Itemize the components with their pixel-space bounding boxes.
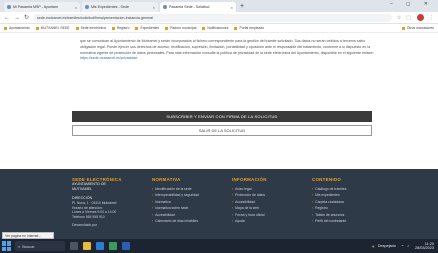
folder-icon bbox=[202, 26, 206, 30]
taskbar-search-input[interactable]: ⌕ Buscar bbox=[15, 241, 65, 251]
exit-request-button[interactable]: SALIR DE LA SOLICITUD bbox=[72, 125, 372, 136]
privacy-link[interactable]: https://sede.mutxamel.es/privacidad bbox=[80, 56, 137, 60]
taskbar-clock[interactable]: 11:20 28/03/2023 bbox=[415, 242, 434, 251]
tab-label: Mi Pasarela MSP - Ayuntam bbox=[13, 5, 58, 9]
tab-favicon-icon bbox=[163, 5, 167, 9]
search-icon: ⌕ bbox=[18, 243, 21, 249]
file-explorer-icon[interactable] bbox=[83, 242, 91, 250]
browser-tab[interactable]: Mi Pasarela MSP - Ayuntam × bbox=[4, 2, 80, 12]
menu-icon[interactable]: ⋮ bbox=[429, 15, 434, 21]
folder-icon bbox=[35, 26, 39, 30]
bookmark-item[interactable]: Notificaciones bbox=[202, 26, 228, 30]
bookmark-item[interactable]: Registro bbox=[111, 26, 130, 30]
bookmark-label: Notificaciones bbox=[207, 26, 229, 30]
system-tray: ☀ Despejado ⌃ ♪ 11:20 28/03/2023 bbox=[371, 242, 438, 251]
footer-heading: INFORMACIÓN bbox=[232, 177, 267, 182]
footer-list: › Aviso legal › Protección de datos › Acces… bbox=[232, 186, 298, 224]
clock-date: 28/03/2023 bbox=[414, 246, 434, 250]
footer-subtitle: MUTXAMEL bbox=[72, 186, 92, 191]
footer-link[interactable]: Desarrollado por bbox=[72, 223, 134, 228]
word-icon[interactable] bbox=[122, 242, 130, 250]
bookmark-label: Ayuntamiento bbox=[9, 26, 30, 30]
folder-icon bbox=[401, 26, 405, 30]
mail-icon[interactable] bbox=[96, 242, 104, 250]
close-icon[interactable]: × bbox=[153, 5, 155, 10]
forward-arrow-icon[interactable]: → bbox=[14, 15, 20, 21]
privacy-text: que se comunican al Ayuntamiento de Mutx… bbox=[80, 39, 374, 55]
window-controls[interactable]: – ◻ ✕ bbox=[390, 1, 434, 7]
bookmark-label: Otros marcadores bbox=[406, 26, 434, 30]
search-placeholder: Buscar bbox=[22, 243, 35, 249]
status-tooltip: Ver página en Internet... bbox=[2, 232, 54, 239]
folder-icon bbox=[4, 26, 7, 30]
new-tab-button[interactable]: + bbox=[240, 2, 244, 12]
weather-icon[interactable]: ☀ bbox=[371, 244, 374, 249]
page-content: que se comunican al Ayuntamiento de Mutx… bbox=[0, 33, 438, 169]
tab-favicon-icon bbox=[85, 5, 89, 9]
footer-heading: CONTENIDO bbox=[312, 177, 342, 182]
bookmark-label: Sede electrónica bbox=[80, 26, 106, 30]
close-icon[interactable]: × bbox=[231, 5, 233, 10]
desktop-screen: Mi Pasarela MSP - Ayuntam × Mis Expedien… bbox=[0, 0, 438, 253]
task-view-icon[interactable] bbox=[70, 242, 78, 250]
reload-icon[interactable]: ↻ bbox=[24, 14, 29, 21]
volume-icon[interactable]: ♪ bbox=[407, 244, 409, 248]
folder-icon bbox=[234, 26, 238, 30]
tab-favicon-icon bbox=[7, 5, 11, 9]
site-footer: SEDE ELECTRÓNICA AYUNTAMIENTO DE MUTXAME… bbox=[0, 169, 438, 239]
footer-list: › Catálogo de trámites › Mis expedientes ›… bbox=[312, 186, 382, 224]
folder-icon bbox=[165, 26, 169, 30]
tab-label: Pasarela Sede - Solicitud bbox=[169, 5, 210, 9]
url-text: sede.mutxamel.es/tramites/solicitud/firm… bbox=[37, 15, 154, 20]
bookmark-label: Portal empleado bbox=[239, 26, 265, 30]
bookmark-label: MUTXAMEL SEDE bbox=[40, 26, 70, 30]
address-bar-row: ← → ↻ sede.mutxamel.es/tramites/solicitu… bbox=[0, 12, 438, 24]
extensions-icon[interactable]: ⬚ bbox=[406, 15, 411, 21]
footer-col-informacion: INFORMACIÓN › Aviso legal › Protección de … bbox=[232, 177, 298, 224]
other-bookmarks[interactable]: Otros marcadores bbox=[401, 26, 434, 30]
bookmark-label: Padrón municipal bbox=[170, 26, 197, 30]
sign-and-submit-button[interactable]: SUBSCRIBIR Y ENVIAR CON FIRMA DE LA SOLI… bbox=[72, 111, 372, 122]
browser-tab[interactable]: Mis Expedientes - Sede × bbox=[82, 2, 158, 12]
bookmark-label: Registro bbox=[116, 26, 130, 30]
folder-icon bbox=[135, 26, 139, 30]
close-icon[interactable]: × bbox=[75, 5, 77, 10]
footer-col-sede: SEDE ELECTRÓNICA AYUNTAMIENTO DE MUTXAME… bbox=[72, 177, 134, 228]
url-input[interactable]: sede.mutxamel.es/tramites/solicitud/firm… bbox=[33, 13, 392, 22]
footer-link[interactable]: › Ayuda bbox=[232, 218, 298, 224]
footer-address-line: Teléfono 965 955 910 bbox=[72, 215, 105, 220]
footer-col-normativa: NORMATIVA › Identificación de la sede › In… bbox=[152, 177, 222, 224]
bookmark-item[interactable]: Portal empleado bbox=[234, 26, 264, 30]
browser-tab-active[interactable]: Pasarela Sede - Solicitud × bbox=[160, 2, 236, 12]
tab-label: Mis Expedientes - Sede bbox=[91, 5, 129, 9]
bookmark-item[interactable]: Padrón municipal bbox=[165, 26, 196, 30]
footer-link[interactable]: › Perfil del contratante bbox=[312, 218, 382, 224]
footer-heading: NORMATIVA bbox=[152, 177, 181, 182]
bookmark-item[interactable]: Ayuntamiento bbox=[4, 26, 30, 30]
browser-tab-strip: Mi Pasarela MSP - Ayuntam × Mis Expedien… bbox=[0, 0, 438, 12]
profile-avatar[interactable] bbox=[417, 14, 424, 21]
chrome-icon[interactable] bbox=[109, 242, 117, 250]
weather-text[interactable]: Despejado bbox=[378, 244, 396, 248]
privacy-paragraph: que se comunican al Ayuntamiento de Mutx… bbox=[80, 39, 376, 62]
bookmarks-bar: Ayuntamiento MUTXAMEL SEDE Sede electrón… bbox=[0, 24, 438, 33]
back-arrow-icon[interactable]: ← bbox=[4, 15, 10, 21]
bookmark-item[interactable]: MUTXAMEL SEDE bbox=[35, 26, 70, 30]
bookmark-item[interactable]: Sede electrónica bbox=[75, 26, 106, 30]
windows-start-icon[interactable] bbox=[2, 241, 12, 251]
taskbar: ⌕ Buscar ☀ Despejado ⌃ ♪ 11:20 28/03/202… bbox=[0, 239, 438, 253]
bookmark-item[interactable]: Expedientes bbox=[135, 26, 159, 30]
footer-link[interactable]: › Calendario de días inhábiles bbox=[152, 218, 222, 224]
footer-list: › Identificación de la sede › Interoperabi… bbox=[152, 186, 222, 224]
folder-icon bbox=[111, 26, 115, 30]
folder-icon bbox=[75, 26, 79, 30]
star-icon[interactable]: ☆ bbox=[397, 15, 401, 21]
bookmark-label: Expedientes bbox=[140, 26, 160, 30]
network-icon[interactable]: ⌃ bbox=[401, 244, 404, 249]
footer-col-contenido: CONTENIDO › Catálogo de trámites › Mis exp… bbox=[312, 177, 382, 224]
